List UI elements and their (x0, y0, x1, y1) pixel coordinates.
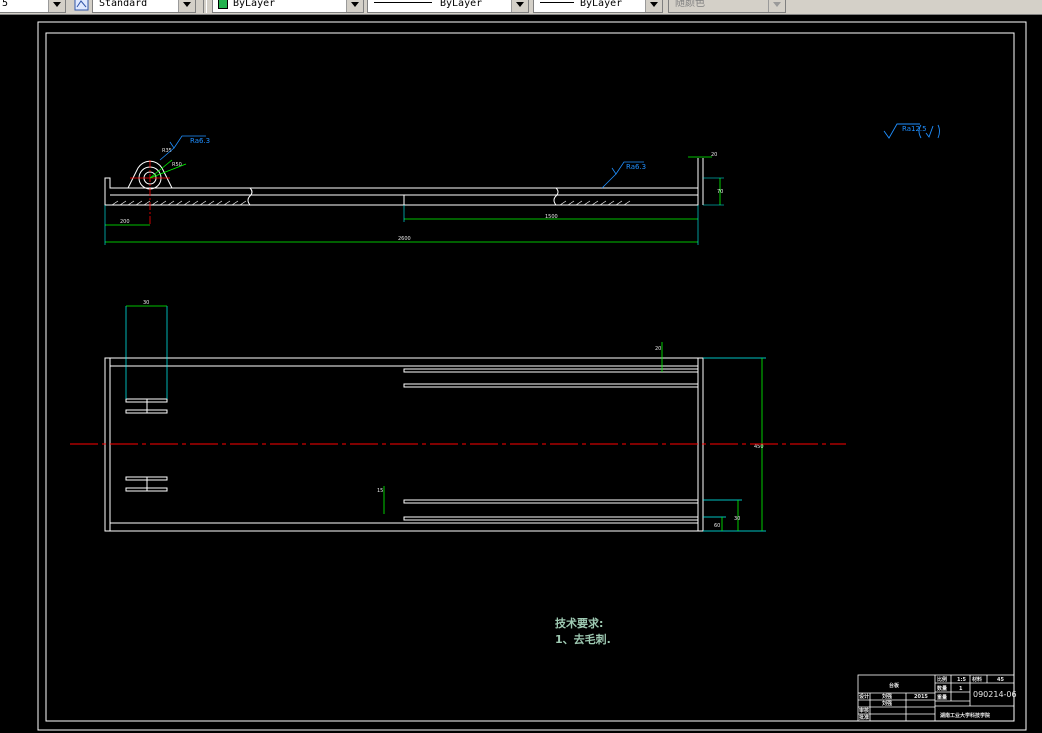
text-style-value: Standard (99, 0, 148, 9)
chevron-down-icon[interactable] (511, 0, 528, 12)
title-qty-value: 1 (959, 686, 963, 692)
color-value: ByLayer (233, 0, 276, 9)
title-weight-label: 重量 (937, 694, 947, 701)
chevron-down-icon[interactable] (768, 0, 785, 12)
linetype-sample (374, 2, 432, 3)
roughness-right-text: Ra6.3 (626, 163, 646, 171)
title-approve-label: 批准 (859, 714, 869, 721)
properties-toolbar: 5 Standard ByLayer ByLayer ByLayer 随颜色 (0, 0, 1042, 15)
layer-combo[interactable]: 5 (0, 0, 66, 13)
chevron-down-icon[interactable] (346, 0, 363, 12)
toolbar-separator (203, 0, 207, 13)
general-roughness-text: Ra12.5 (902, 125, 927, 133)
title-designer-label: 设计 (859, 693, 869, 700)
title-mat-label: 材料 (972, 676, 982, 683)
title-qty-label: 数量 (937, 685, 947, 692)
dim-slot-left-text: 15 (377, 488, 383, 494)
lineweight-combo[interactable]: ByLayer (533, 0, 663, 13)
title-check-label: 审核 (859, 707, 869, 714)
dim-lug-width-text: 30 (143, 300, 149, 306)
dim-end-height-text: 70 (717, 189, 723, 195)
linetype-value: ByLayer (440, 0, 483, 9)
dim-radius-b-text: R50 (172, 162, 182, 168)
dim-bottom-b-text: 30 (734, 516, 740, 522)
dim-total-height-text: 450 (754, 444, 764, 450)
weld-hatching (111, 200, 631, 206)
drawing-canvas[interactable]: 200 2600 1500 20 70 R35 R50 Ra6.3 Ra6.3 … (0, 15, 1042, 733)
title-designer: 刘强 (882, 693, 892, 700)
tech-req-title: 技术要求: (555, 616, 603, 630)
tech-req-item: 1、去毛刺. (555, 632, 611, 646)
title-drawing-no: 090214-06 (973, 690, 1017, 699)
title-material-value: 1:5 (957, 677, 966, 683)
roughness-left-text: Ra6.3 (190, 137, 210, 145)
layer-value: 5 (2, 0, 9, 9)
lineweight-sample (540, 2, 574, 3)
title-material-label: 比例 (937, 676, 947, 683)
dim-left-text: 200 (120, 219, 130, 225)
lineweight-value: ByLayer (580, 0, 623, 9)
plan-extension-lines (125, 306, 766, 532)
plotstyle-combo[interactable]: 随颜色 (668, 0, 786, 13)
plot-style-icon[interactable] (74, 0, 89, 11)
plan-dimensions (126, 305, 763, 531)
linetype-combo[interactable]: ByLayer (367, 0, 529, 13)
dim-slot-small-text: 20 (655, 346, 661, 352)
color-combo[interactable]: ByLayer (212, 0, 364, 13)
plotstyle-value: 随颜色 (675, 0, 705, 9)
title-mat-value: 45 (997, 677, 1004, 683)
outer-sheet-border (37, 21, 1027, 731)
title-checker: 刘强 (882, 700, 892, 707)
chevron-down-icon[interactable] (48, 0, 65, 12)
title-block-name: 台板 (889, 682, 900, 689)
text-style-combo[interactable]: Standard (92, 0, 196, 13)
title-date: 2015 (914, 694, 928, 700)
dim-total-text: 2600 (398, 236, 411, 242)
elevation-view (104, 158, 704, 206)
color-swatch (218, 0, 228, 9)
chevron-down-icon[interactable] (645, 0, 662, 12)
chevron-down-icon[interactable] (178, 0, 195, 12)
dim-end-small-text: 20 (711, 152, 717, 158)
dim-bottom-a-text: 60 (714, 523, 720, 529)
dim-slot-text: 1500 (545, 214, 558, 220)
title-school: 湖南工业大学科技学院 (940, 712, 990, 719)
